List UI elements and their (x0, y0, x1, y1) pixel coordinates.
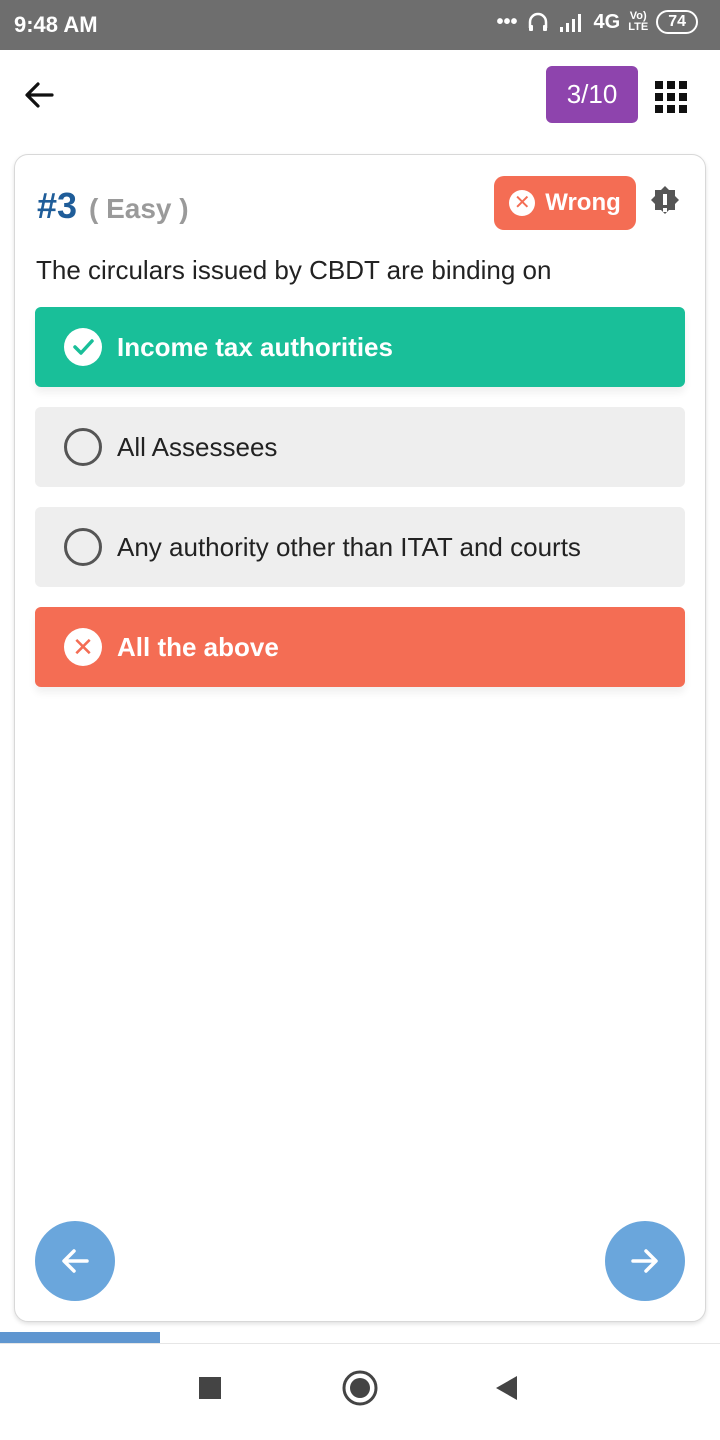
option-label: Income tax authorities (117, 331, 393, 362)
check-icon (64, 328, 102, 366)
radio-empty-icon (64, 428, 102, 466)
triangle-back-icon (496, 1376, 517, 1400)
arrow-left-icon[interactable] (22, 78, 56, 112)
option-label: All Assessees (117, 431, 278, 462)
battery-level: 74 (656, 10, 698, 34)
volte-indicator: Vo) LTE (628, 10, 649, 33)
signal-icon (559, 14, 581, 32)
option-label: Any authority other than ITAT and courts (117, 531, 581, 562)
option-2[interactable]: All Assessees (35, 407, 685, 487)
more-dots-icon: ••• (496, 10, 518, 33)
back-button[interactable] (486, 1368, 526, 1408)
previous-question-button[interactable] (35, 1221, 115, 1301)
headphones-icon (528, 12, 547, 31)
arrow-right-icon (631, 1249, 658, 1273)
system-nav-bar (0, 1344, 720, 1440)
question-difficulty: ( Easy ) (89, 193, 189, 224)
grid-menu-icon[interactable] (654, 80, 688, 114)
x-icon: ✕ (64, 628, 102, 666)
x-circle-icon: ✕ (509, 190, 536, 216)
square-icon (199, 1377, 221, 1399)
option-4[interactable]: ✕ All the above (35, 607, 685, 687)
question-text: The circulars issued by CBDT are binding… (36, 255, 552, 285)
status-icons: ••• 4G Vo) LTE 74 (497, 10, 698, 34)
app-header: 3/10 (0, 50, 720, 150)
result-label: Wrong (545, 189, 621, 216)
network-type: 4G (593, 10, 621, 33)
question-card: #3 ( Easy ) ✕ Wrong The circulars issued… (14, 154, 706, 1322)
status-bar: 9:48 AM ••• 4G Vo) LTE 74 (0, 0, 720, 50)
alert-badge-icon[interactable] (647, 185, 683, 221)
question-counter[interactable]: 3/10 (546, 66, 638, 123)
option-1[interactable]: Income tax authorities (35, 307, 685, 387)
circle-icon (342, 1370, 378, 1406)
radio-empty-icon (64, 528, 102, 566)
recent-apps-button[interactable] (190, 1368, 230, 1408)
option-label: All the above (117, 631, 279, 662)
home-button[interactable] (340, 1368, 380, 1408)
question-number: #3 (37, 185, 78, 226)
next-question-button[interactable] (605, 1221, 685, 1301)
arrow-left-icon (62, 1249, 89, 1273)
option-3[interactable]: Any authority other than ITAT and courts (35, 507, 685, 587)
result-badge: ✕ Wrong (494, 176, 636, 230)
status-time: 9:48 AM (14, 12, 98, 37)
